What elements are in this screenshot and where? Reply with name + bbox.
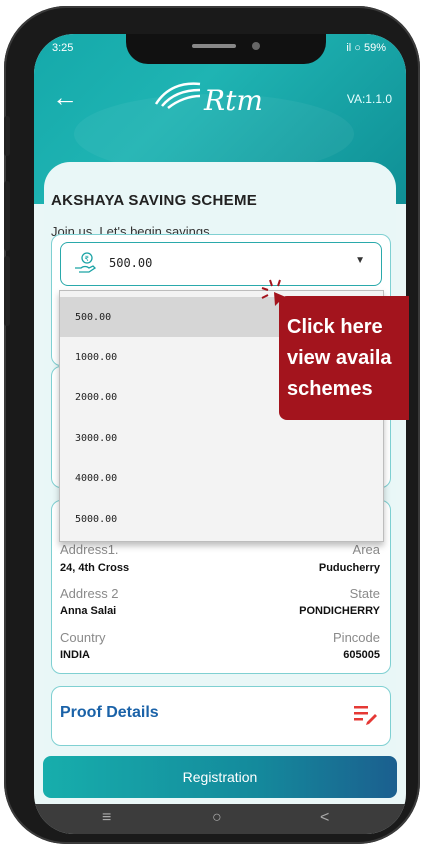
area-value: Puducherry (318, 562, 380, 574)
status-time: 3:25 (52, 42, 74, 54)
back-nav-icon[interactable]: < (320, 809, 329, 827)
pincode-value: 605005 (343, 649, 380, 661)
app-version: VA:1.1.0 (346, 92, 392, 106)
svg-text:₹: ₹ (85, 255, 90, 263)
page-title: AKSHAYA SAVING SCHEME (51, 192, 258, 209)
back-arrow-icon[interactable]: ← (52, 84, 78, 110)
amount-select-value: 500.00 (109, 256, 153, 270)
registration-button[interactable]: Registration (43, 756, 397, 798)
app-screen: 3:25 il ○ 59% ← Rtm VA:1.1.0 AKSHAYA SAV… (34, 34, 406, 834)
tooltip-line: view availa (287, 347, 392, 369)
home-nav-icon[interactable]: ○ (212, 809, 222, 827)
side-button (4, 116, 10, 156)
amount-select[interactable]: ₹ 500.00 ▼ (60, 242, 382, 286)
dropdown-option[interactable]: 5000.00 (60, 499, 383, 539)
status-battery: il ○ 59% (346, 42, 386, 54)
chevron-down-icon: ▼ (355, 255, 365, 266)
logo-text: Rtm (204, 84, 263, 117)
menu-nav-icon[interactable]: ≡ (102, 809, 111, 827)
address2-label: Address 2 (60, 586, 119, 601)
address1-label: Address1. (60, 542, 119, 557)
pincode-label: Pincode (333, 630, 380, 645)
tooltip-line: Click here (287, 316, 383, 338)
logo-swoosh-icon (154, 82, 201, 109)
country-value: INDIA (60, 649, 90, 661)
edit-list-icon[interactable] (352, 703, 378, 725)
system-nav-bar: ≡ ○ < (34, 804, 406, 834)
state-value: PONDICHERRY (299, 605, 380, 617)
tooltip-line: schemes (287, 378, 373, 400)
side-button (4, 256, 10, 326)
area-label: Area (352, 542, 380, 557)
country-label: Country (60, 630, 106, 645)
app-logo: Rtm (152, 78, 263, 117)
phone-frame: 3:25 il ○ 59% ← Rtm VA:1.1.0 AKSHAYA SAV… (4, 6, 420, 844)
camera-notch (126, 34, 326, 64)
side-button (4, 181, 10, 251)
dropdown-option[interactable]: 3000.00 (60, 418, 383, 458)
dropdown-option[interactable]: 4000.00 (60, 458, 383, 498)
tooltip-callout: Click here view availa schemes (279, 296, 409, 420)
proof-details-card[interactable]: Proof Details (51, 686, 391, 746)
state-label: State (349, 586, 380, 601)
address1-value: 24, 4th Cross (60, 562, 130, 574)
proof-details-title: Proof Details (60, 704, 159, 721)
address2-value: Anna Salai (60, 605, 117, 617)
rupee-hand-icon: ₹ (73, 251, 97, 275)
